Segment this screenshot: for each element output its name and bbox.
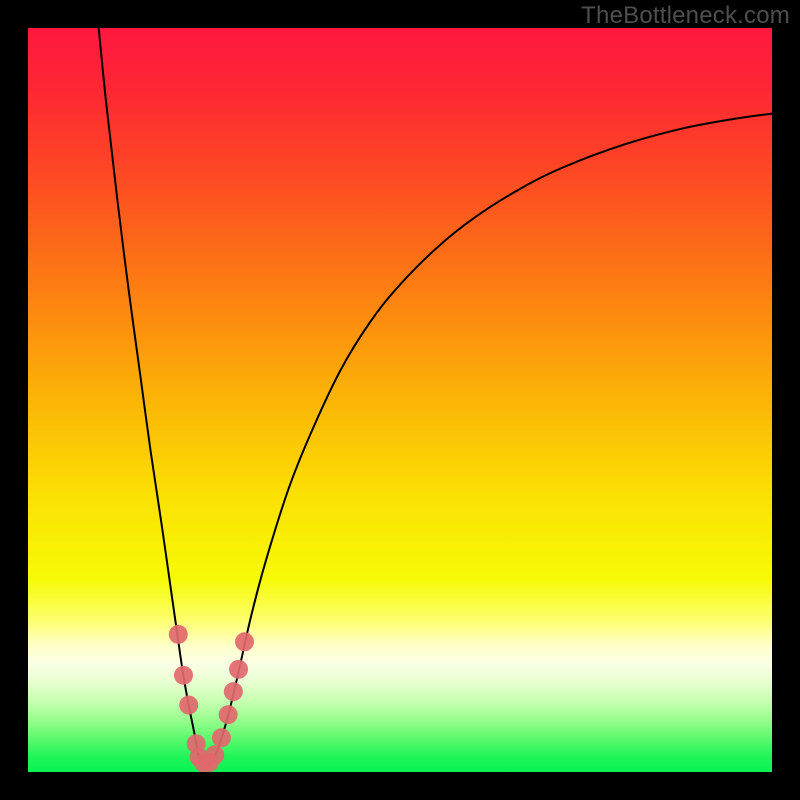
- marker-point: [179, 696, 198, 715]
- chart-frame: TheBottleneck.com: [0, 0, 800, 800]
- marker-point: [224, 682, 243, 701]
- watermark-text: TheBottleneck.com: [581, 2, 790, 30]
- gradient-background: [28, 28, 772, 772]
- marker-point: [229, 660, 248, 679]
- marker-point: [219, 705, 238, 724]
- marker-point: [205, 745, 224, 764]
- marker-point: [212, 728, 231, 747]
- marker-point: [174, 666, 193, 685]
- bottleneck-plot: [28, 28, 772, 772]
- marker-point: [235, 632, 254, 651]
- marker-point: [169, 625, 188, 644]
